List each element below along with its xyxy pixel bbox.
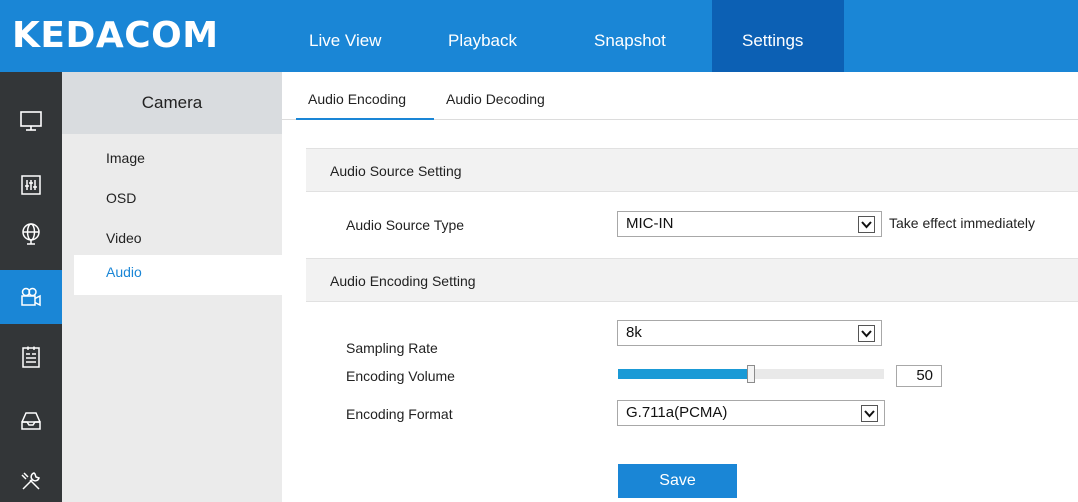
sampling-rate-value: 8k [626,324,642,341]
rail-item-camera[interactable] [0,270,62,324]
audio-source-type-select[interactable]: MIC-IN [617,211,882,237]
rail-item-network[interactable] [0,206,62,260]
camera-icon [21,287,41,307]
equalizer-icon [21,175,41,195]
top-bar: KEDACOM Live View Playback Snapshot Sett… [0,0,1078,72]
take-effect-hint: Take effect immediately [889,215,1036,231]
audio-source-type-value: MIC-IN [626,215,674,232]
slider-fill [618,369,751,379]
encoding-volume-slider[interactable] [618,365,884,383]
tab-audio-decoding[interactable]: Audio Decoding [446,72,566,120]
encoding-volume-label: Encoding Volume [346,368,455,384]
camera-submenu: Camera Image OSD Video Audio [62,72,282,502]
encoding-format-label: Encoding Format [346,406,453,422]
top-nav: Live View Playback Snapshot Settings [278,0,844,72]
rail-item-equalizer[interactable] [0,158,62,212]
nav-playback[interactable]: Playback [418,0,564,72]
submenu-item-osd[interactable]: OSD [74,182,282,220]
nav-live-view[interactable]: Live View [278,0,418,72]
sampling-rate-label: Sampling Rate [346,340,438,356]
tab-audio-encoding[interactable]: Audio Encoding [296,72,434,120]
rail-item-maintenance[interactable] [0,454,62,502]
encoding-format-select[interactable]: G.711a(PCMA) [617,400,885,426]
audio-source-section-title: Audio Source Setting [306,148,1078,192]
rail-item-storage[interactable] [0,394,62,448]
icon-rail [0,72,62,502]
nav-snapshot[interactable]: Snapshot [564,0,712,72]
slider-handle[interactable] [747,365,755,383]
rail-item-event[interactable] [0,330,62,384]
chevron-down-icon [858,216,875,233]
monitor-icon [20,111,42,131]
chevron-down-icon [861,405,878,422]
chevron-down-icon [858,325,875,342]
event-log-icon [22,346,40,368]
audio-encoding-section-title: Audio Encoding Setting [306,258,1078,302]
nav-settings[interactable]: Settings [712,0,844,72]
submenu-item-image[interactable]: Image [74,142,282,180]
network-globe-icon [22,223,40,245]
encoding-volume-value[interactable]: 50 [896,365,942,387]
audio-tabs: Audio Encoding Audio Decoding [282,72,1078,120]
save-button[interactable]: Save [618,464,737,498]
audio-source-type-label: Audio Source Type [346,217,465,233]
kedacom-logo: KEDACOM [0,0,260,72]
tools-icon [21,472,40,490]
rail-item-monitor[interactable] [0,94,62,148]
encoding-format-value: G.711a(PCMA) [626,404,728,421]
submenu-item-audio[interactable]: Audio [74,255,282,295]
storage-icon [21,412,41,430]
sampling-rate-select[interactable]: 8k [617,320,882,346]
submenu-title: Camera [62,72,282,134]
